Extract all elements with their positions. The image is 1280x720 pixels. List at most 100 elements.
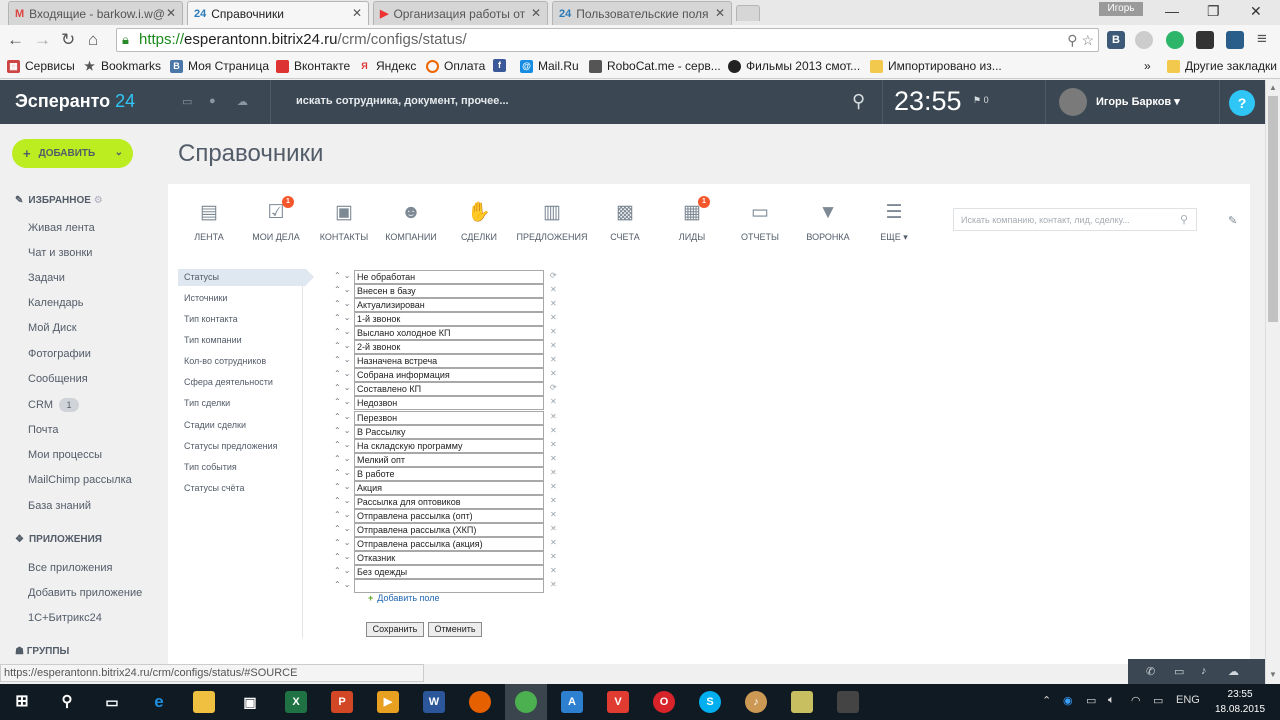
menu-icon[interactable]: ≡ [1257, 29, 1267, 49]
sidebar-item-add-app[interactable]: Добавить приложение [28, 587, 142, 599]
excel-icon[interactable]: X [285, 691, 307, 713]
tray-chevron-icon[interactable]: ⌃ [1042, 694, 1051, 707]
sort-arrows-icon[interactable]: ⌃⌄ [334, 341, 354, 350]
crm-search-input[interactable]: Искать компанию, контакт, лид, сделку...… [953, 208, 1197, 231]
new-tab-button[interactable] [736, 5, 760, 21]
sidebar-item-calendar[interactable]: Календарь [28, 297, 84, 309]
extension-gray-icon[interactable] [1135, 31, 1153, 49]
delete-icon[interactable]: ✕ [550, 496, 557, 505]
powerpoint-icon[interactable]: P [331, 691, 353, 713]
bookmark-yandex[interactable]: Я Яндекс [358, 59, 416, 73]
bookmark-mailru[interactable]: @ Mail.Ru [520, 59, 579, 73]
sidebar-item-feed[interactable]: Живая лента [28, 222, 95, 234]
tray-globe-icon[interactable]: ◉ [1063, 694, 1073, 707]
extension-b-icon[interactable]: B [1107, 31, 1125, 49]
sidebar-item-crm[interactable]: CRM 1 [28, 398, 80, 412]
status-name-field[interactable]: Отправлена рассылка (опт) [354, 508, 544, 523]
delete-icon[interactable]: ✕ [550, 397, 557, 406]
input-language[interactable]: ENG [1176, 694, 1200, 706]
sidebar-item-mailchimp[interactable]: MailChimp рассылка [28, 474, 132, 486]
sort-arrows-icon[interactable]: ⌃⌄ [334, 426, 354, 435]
bookmark-bookmarks[interactable]: ★ Bookmarks [83, 59, 161, 73]
add-field-link[interactable]: + Добавить поле [368, 593, 439, 603]
tab-gmail[interactable]: M Входящие - barkow.i.w@ ✕ [8, 1, 183, 25]
delete-icon[interactable]: ✕ [550, 327, 557, 336]
close-icon[interactable]: ✕ [352, 6, 362, 20]
store-icon[interactable]: ▣ [239, 691, 261, 713]
delete-icon[interactable]: ✕ [550, 566, 557, 575]
sort-arrows-icon[interactable]: ⌃⌄ [334, 496, 354, 505]
sort-arrows-icon[interactable]: ⌃⌄ [334, 383, 354, 392]
status-name-field[interactable]: Выслано холодное КП [354, 326, 544, 341]
bookmark-services[interactable]: ▦ Сервисы [7, 59, 75, 73]
help-button[interactable]: ? [1229, 90, 1255, 116]
status-name-field[interactable]: 2-й звонок [354, 340, 544, 355]
delete-icon[interactable]: ✕ [550, 580, 557, 589]
save-button[interactable]: Сохранить [366, 622, 424, 637]
app-a-icon[interactable]: A [561, 691, 583, 713]
status-name-field[interactable]: 1-й звонок [354, 312, 544, 327]
tab-youtube[interactable]: ▶ Организация работы от ✕ [373, 1, 548, 25]
media-icon[interactable]: ▶ [377, 691, 399, 713]
status-name-field[interactable]: Без одежды [354, 565, 544, 580]
sidebar-item-photos[interactable]: Фотографии [28, 348, 91, 360]
search-icon[interactable]: ⚲ [56, 691, 78, 713]
sidebar-item-all-apps[interactable]: Все приложения [28, 562, 112, 574]
opera-icon[interactable]: O [653, 691, 675, 713]
delete-icon[interactable]: ✕ [550, 412, 557, 421]
subnav-company-type[interactable]: Тип компании [178, 332, 303, 349]
search-icon[interactable]: ⚲ [1180, 213, 1188, 226]
status-name-field[interactable]: Составлено КП [354, 382, 544, 397]
vivaldi-icon[interactable]: V [607, 691, 629, 713]
sort-arrows-icon[interactable]: ⌃⌄ [334, 327, 354, 336]
search-icon[interactable]: ⚲ [1067, 32, 1077, 48]
extension-stack-icon[interactable] [1226, 31, 1244, 49]
delete-icon[interactable]: ✕ [550, 285, 557, 294]
status-name-field[interactable]: На складскую программу [354, 438, 544, 453]
back-icon[interactable]: ← [7, 30, 24, 50]
minimize-icon[interactable]: — [1165, 3, 1179, 19]
sort-arrows-icon[interactable]: ⌃⌄ [334, 412, 354, 421]
wifi-icon[interactable]: ◠ [1131, 694, 1141, 707]
delete-icon[interactable]: ✕ [550, 538, 557, 547]
sidebar-item-disk[interactable]: Мой Диск [28, 322, 77, 334]
messenger-icon[interactable]: ▭ [182, 95, 192, 108]
settings-icon[interactable]: ⚙ [94, 195, 103, 206]
cloud-icon[interactable]: ☁ [237, 95, 248, 108]
extension-green-icon[interactable] [1166, 31, 1184, 49]
sidebar-item-tasks[interactable]: Задачи [28, 272, 65, 284]
taskbar-clock[interactable]: 23:55 18.08.2015 [1215, 687, 1265, 717]
tab-custom-fields[interactable]: 24 Пользовательские поля ✕ [552, 1, 732, 25]
windows-start-icon[interactable]: ⊞ [11, 691, 33, 713]
delete-icon[interactable]: ✕ [550, 369, 557, 378]
avatar[interactable] [1059, 88, 1087, 116]
page-scrollbar[interactable]: ▲ ▼ [1265, 80, 1280, 684]
sort-arrows-icon[interactable]: ⌃⌄ [334, 271, 354, 280]
close-icon[interactable]: ✕ [166, 6, 176, 20]
sort-arrows-icon[interactable]: ⌃⌄ [334, 552, 354, 561]
groups-title[interactable]: ☗ ГРУППЫ [15, 646, 69, 657]
phone-icon[interactable]: ✆ [1146, 665, 1155, 678]
user-menu[interactable]: Игорь Барков ▾ [1096, 95, 1180, 108]
cancel-button[interactable]: Отменить [428, 622, 482, 637]
sort-arrows-icon[interactable]: ⌃⌄ [334, 285, 354, 294]
edge-icon[interactable]: e [148, 691, 170, 713]
delete-icon[interactable]: ✕ [550, 299, 557, 308]
skype-icon[interactable]: S [699, 691, 721, 713]
status-name-field[interactable]: Перезвон [354, 410, 544, 425]
scroll-down-icon[interactable]: ▼ [1269, 670, 1277, 679]
toolbar-quotes[interactable]: ▥ ПРЕДЛОЖЕНИЯ [512, 200, 592, 242]
sort-arrows-icon[interactable]: ⌃⌄ [334, 482, 354, 491]
bookmark-my-page[interactable]: B Моя Страница [170, 59, 269, 73]
status-name-field[interactable]: Рассылка для оптовиков [354, 494, 544, 509]
window-close-icon[interactable]: ✕ [1250, 3, 1262, 20]
subnav-quote-statuses[interactable]: Статусы предложения [178, 438, 303, 455]
subnav-contact-type[interactable]: Тип контакта [178, 311, 303, 328]
bookmarks-overflow[interactable]: » [1144, 59, 1151, 73]
delete-icon[interactable]: ✕ [550, 510, 557, 519]
delete-icon[interactable]: ✕ [550, 426, 557, 435]
sidebar-item-1c[interactable]: 1С+Битрикс24 [28, 612, 102, 624]
extension-dark-icon[interactable] [1196, 31, 1214, 49]
delete-icon[interactable]: ✕ [550, 341, 557, 350]
url-input[interactable]: 🔒︎ https://esperantonn.bitrix24.ru/crm/co… [116, 28, 1099, 52]
